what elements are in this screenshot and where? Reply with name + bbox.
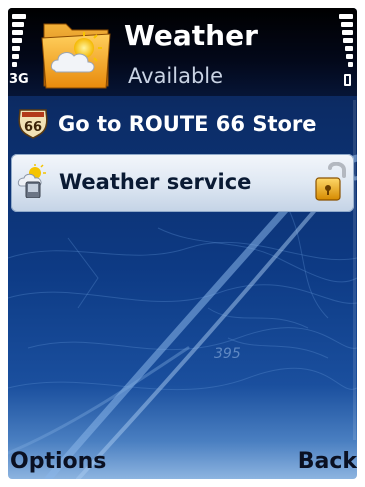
status-header: 3G Weather Available	[8, 8, 357, 96]
list-item-weather-service[interactable]: Weather service	[11, 154, 354, 212]
app-status: Available	[128, 64, 224, 88]
list-item-route66-store[interactable]: 66 Go to ROUTE 66 Store	[8, 96, 357, 152]
list-item-label: Weather service	[59, 170, 252, 194]
map-route-label: 395	[214, 346, 241, 362]
list-item-label: Go to ROUTE 66 Store	[58, 112, 317, 136]
app-title: Weather	[124, 19, 258, 52]
network-type-label: 3G	[9, 72, 29, 87]
battery-level-icon	[339, 14, 353, 72]
route66-shield-icon: 66	[18, 109, 48, 139]
folder-weather-icon	[41, 23, 111, 89]
phone-screen: 395 3G Weather Available 66 Go to ROUTE …	[8, 8, 357, 479]
svg-text:66: 66	[24, 120, 42, 135]
unlocked-padlock-icon	[315, 162, 346, 201]
weather-service-icon	[17, 164, 46, 198]
battery-icon	[344, 74, 351, 86]
options-softkey[interactable]: Options	[10, 449, 106, 475]
signal-strength-icon	[12, 14, 26, 72]
scrollbar[interactable]	[353, 100, 356, 440]
softkey-bar: Options Back	[8, 443, 357, 479]
back-softkey[interactable]: Back	[298, 449, 357, 475]
